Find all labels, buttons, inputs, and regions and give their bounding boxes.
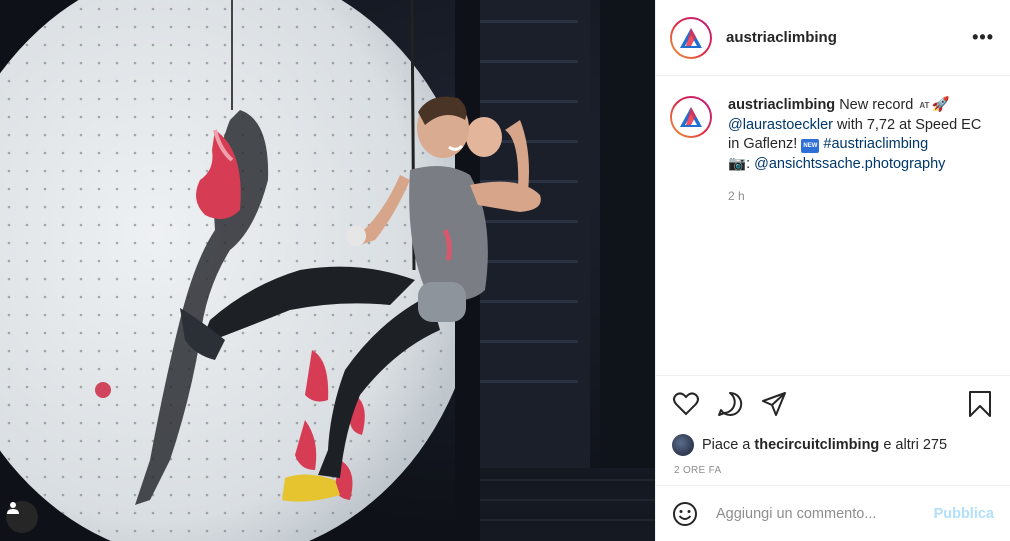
- likes-summary: Piace a thecircuitclimbing e altri 275: [656, 431, 1010, 459]
- post-timestamp[interactable]: 2 ORE FA: [656, 459, 1010, 485]
- share-button[interactable]: [760, 390, 788, 418]
- header-avatar[interactable]: [670, 16, 712, 59]
- austria-climbing-logo: [680, 107, 702, 127]
- caption-section: austriaclimbing New record AT 🚀 @laurasto…: [656, 76, 1010, 375]
- comment-icon: [718, 391, 743, 416]
- austria-flag-badge: AT: [919, 101, 930, 110]
- likes-prefix: Piace a: [702, 437, 751, 453]
- hashtag-austriaclimbing[interactable]: #austriaclimbing: [823, 136, 928, 152]
- user-tag-button[interactable]: [6, 501, 38, 533]
- comment-bar: Pubblica: [656, 485, 1010, 541]
- caption-text-1: New record: [839, 97, 914, 113]
- bookmark-icon: [969, 390, 991, 417]
- emoji-button[interactable]: [672, 500, 700, 528]
- mention-laurastoeckler[interactable]: @laurastoeckler: [728, 117, 833, 133]
- more-options-icon[interactable]: •••: [972, 27, 994, 48]
- rocket-icon: 🚀: [931, 97, 950, 113]
- comment-button[interactable]: [716, 390, 744, 418]
- camera-icon: 📷: [728, 155, 747, 172]
- comment-input[interactable]: [716, 505, 934, 522]
- post-header: austriaclimbing •••: [656, 0, 1010, 76]
- heart-icon: [673, 391, 699, 415]
- header-username[interactable]: austriaclimbing: [726, 29, 972, 46]
- new-badge: NEW: [801, 139, 820, 153]
- caption-colon: :: [746, 155, 751, 172]
- emoji-icon: [673, 501, 697, 526]
- save-button[interactable]: [966, 390, 994, 418]
- user-tag-icon: [7, 502, 19, 514]
- caption-avatar[interactable]: [670, 96, 712, 138]
- post-side-panel: austriaclimbing ••• austriaclimbing New …: [655, 0, 1010, 541]
- liker-username[interactable]: thecircuitclimbing: [754, 437, 879, 453]
- austria-climbing-logo: [680, 27, 702, 48]
- caption-username[interactable]: austriaclimbing: [728, 97, 835, 113]
- like-button[interactable]: [672, 390, 700, 418]
- mention-ansichtssache[interactable]: @ansichtssache.photography: [754, 156, 945, 172]
- liker-avatar[interactable]: [672, 434, 694, 456]
- instagram-post-modal: austriaclimbing ••• austriaclimbing New …: [0, 0, 1010, 541]
- likes-others[interactable]: e altri 275: [883, 437, 947, 453]
- share-icon: [762, 391, 786, 416]
- climber-photo: [0, 0, 655, 541]
- publish-button[interactable]: Pubblica: [934, 506, 994, 522]
- action-bar: [656, 375, 1010, 431]
- caption-time[interactable]: 2 h: [728, 187, 994, 207]
- caption-text: austriaclimbing New record AT 🚀 @laurasto…: [728, 96, 994, 375]
- post-photo[interactable]: [0, 0, 655, 541]
